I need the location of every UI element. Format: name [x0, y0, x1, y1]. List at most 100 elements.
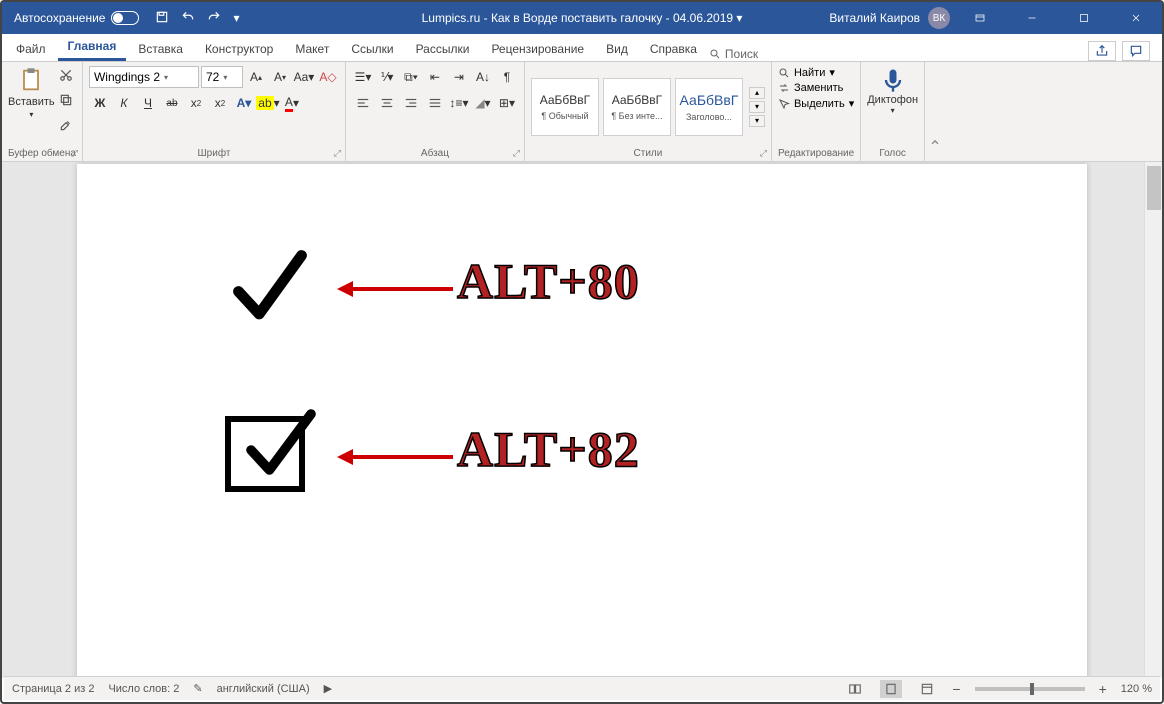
copy-button[interactable] [59, 93, 73, 112]
grow-font-button[interactable]: A▴ [245, 66, 267, 88]
shading-button[interactable]: ◢▾ [472, 92, 494, 114]
window-title: Lumpics.ru - Как в Ворде поставить галоч… [422, 11, 743, 25]
search-icon [778, 67, 790, 79]
maximize-button[interactable] [1062, 2, 1106, 34]
style-nospacing[interactable]: АаБбВвГ¶ Без инте... [603, 78, 671, 136]
replace-button[interactable]: Заменить [778, 82, 843, 94]
group-styles: АаБбВвГ¶ Обычный АаБбВвГ¶ Без инте... Аа… [525, 62, 772, 161]
tab-insert[interactable]: Вставка [128, 37, 193, 61]
styles-launcher[interactable]: ⤢ [760, 148, 767, 159]
avatar[interactable]: ВК [928, 7, 950, 29]
qat-customize[interactable]: ▾ [233, 11, 239, 25]
clear-formatting-button[interactable]: A◇ [317, 66, 339, 88]
strikethrough-button[interactable]: ab [161, 92, 183, 114]
web-layout-button[interactable] [916, 680, 938, 698]
tell-me-search[interactable]: Поиск [709, 47, 758, 61]
style-normal[interactable]: АаБбВвГ¶ Обычный [531, 78, 599, 136]
print-layout-button[interactable] [880, 680, 902, 698]
tab-home[interactable]: Главная [58, 34, 127, 61]
styles-label: Стили [634, 148, 663, 159]
collapse-ribbon-button[interactable]: ⌃ [925, 62, 945, 161]
line-spacing-button[interactable]: ↕≡▾ [448, 92, 470, 114]
paragraph-launcher[interactable]: ⤢ [513, 148, 520, 159]
clipboard-icon [17, 66, 45, 94]
font-size-combo[interactable]: 72▾ [201, 66, 243, 88]
close-button[interactable] [1114, 2, 1158, 34]
font-color-button[interactable]: A▾ [281, 92, 303, 114]
bullets-button[interactable]: ☰▾ [352, 66, 374, 88]
superscript-button[interactable]: x2 [209, 92, 231, 114]
word-count[interactable]: Число слов: 2 [108, 683, 179, 695]
tab-layout[interactable]: Макет [285, 37, 339, 61]
tab-design[interactable]: Конструктор [195, 37, 283, 61]
vertical-scrollbar[interactable] [1144, 162, 1162, 678]
zoom-out-button[interactable]: − [952, 681, 960, 697]
mic-icon [879, 66, 907, 94]
font-launcher[interactable]: ⤢ [334, 148, 341, 159]
style-heading1[interactable]: АаБбВвГЗаголово... [675, 78, 743, 136]
checkmark-symbol [225, 242, 315, 332]
bold-button[interactable]: Ж [89, 92, 111, 114]
zoom-value[interactable]: 120 % [1121, 683, 1152, 695]
page[interactable]: ALT+80 ALT+82 [77, 164, 1087, 678]
change-case-button[interactable]: Aa▾ [293, 66, 315, 88]
language-indicator[interactable]: английский (США) [217, 683, 310, 695]
redo-button[interactable] [207, 10, 221, 27]
ribbon-tabs: Файл Главная Вставка Конструктор Макет С… [2, 34, 1162, 62]
cursor-icon [778, 98, 790, 110]
borders-button[interactable]: ⊞▾ [496, 92, 518, 114]
paste-label: Вставить [8, 96, 55, 108]
macro-button[interactable]: ▶ [324, 682, 332, 695]
autosave-toggle[interactable]: Автосохранение [14, 11, 139, 25]
group-paragraph: ☰▾ ⅟▾ ⧉▾ ⇤ ⇥ A↓ ¶ ↕≡▾ ◢▾ ⊞▾ Абзац⤢ [346, 62, 525, 161]
page-indicator[interactable]: Страница 2 из 2 [12, 683, 94, 695]
share-button[interactable] [1088, 41, 1116, 61]
clipboard-launcher[interactable]: ⤢ [71, 148, 78, 159]
search-label: Поиск [725, 47, 758, 61]
spellcheck-button[interactable]: ✎ [193, 682, 202, 695]
increase-indent-button[interactable]: ⇥ [448, 66, 470, 88]
minimize-button[interactable] [1010, 2, 1054, 34]
find-button[interactable]: Найти ▾ [778, 66, 835, 79]
zoom-in-button[interactable]: + [1099, 681, 1107, 697]
statusbar: Страница 2 из 2 Число слов: 2 ✎ английск… [4, 676, 1160, 700]
read-mode-button[interactable] [844, 680, 866, 698]
multilevel-button[interactable]: ⧉▾ [400, 66, 422, 88]
tab-review[interactable]: Рецензирование [481, 37, 594, 61]
save-button[interactable] [155, 10, 169, 27]
align-center-button[interactable] [376, 92, 398, 114]
decrease-indent-button[interactable]: ⇤ [424, 66, 446, 88]
cut-button[interactable] [59, 68, 73, 87]
subscript-button[interactable]: x2 [185, 92, 207, 114]
tab-references[interactable]: Ссылки [341, 37, 403, 61]
scrollbar-thumb[interactable] [1147, 166, 1161, 210]
styles-gallery-more[interactable]: ▴▾▾ [749, 87, 765, 127]
text-effects-button[interactable]: A▾ [233, 92, 255, 114]
sort-button[interactable]: A↓ [472, 66, 494, 88]
select-button[interactable]: Выделить ▾ [778, 97, 854, 110]
italic-button[interactable]: К [113, 92, 135, 114]
font-label: Шрифт [198, 148, 231, 159]
paste-button[interactable]: Вставить ▾ [8, 66, 55, 119]
show-marks-button[interactable]: ¶ [496, 66, 518, 88]
tab-help[interactable]: Справка [640, 37, 707, 61]
tab-mailings[interactable]: Рассылки [406, 37, 480, 61]
dictate-button[interactable]: Диктофон ▾ [867, 66, 918, 115]
justify-button[interactable] [424, 92, 446, 114]
align-left-button[interactable] [352, 92, 374, 114]
ribbon-options-button[interactable] [958, 2, 1002, 34]
font-name-combo[interactable]: Wingdings 2▾ [89, 66, 199, 88]
tab-file[interactable]: Файл [6, 37, 56, 61]
align-right-button[interactable] [400, 92, 422, 114]
numbering-button[interactable]: ⅟▾ [376, 66, 398, 88]
comments-button[interactable] [1122, 41, 1150, 61]
highlight-button[interactable]: ab▾ [257, 92, 279, 114]
underline-button[interactable]: Ч [137, 92, 159, 114]
tab-view[interactable]: Вид [596, 37, 638, 61]
shrink-font-button[interactable]: A▾ [269, 66, 291, 88]
format-painter-button[interactable] [59, 118, 73, 137]
zoom-slider[interactable] [975, 687, 1085, 691]
group-voice: Диктофон ▾ Голос [861, 62, 925, 161]
ribbon: Вставить ▾ Буфер обмена⤢ Wingdings 2▾ 72… [2, 62, 1162, 162]
undo-button[interactable] [181, 10, 195, 27]
